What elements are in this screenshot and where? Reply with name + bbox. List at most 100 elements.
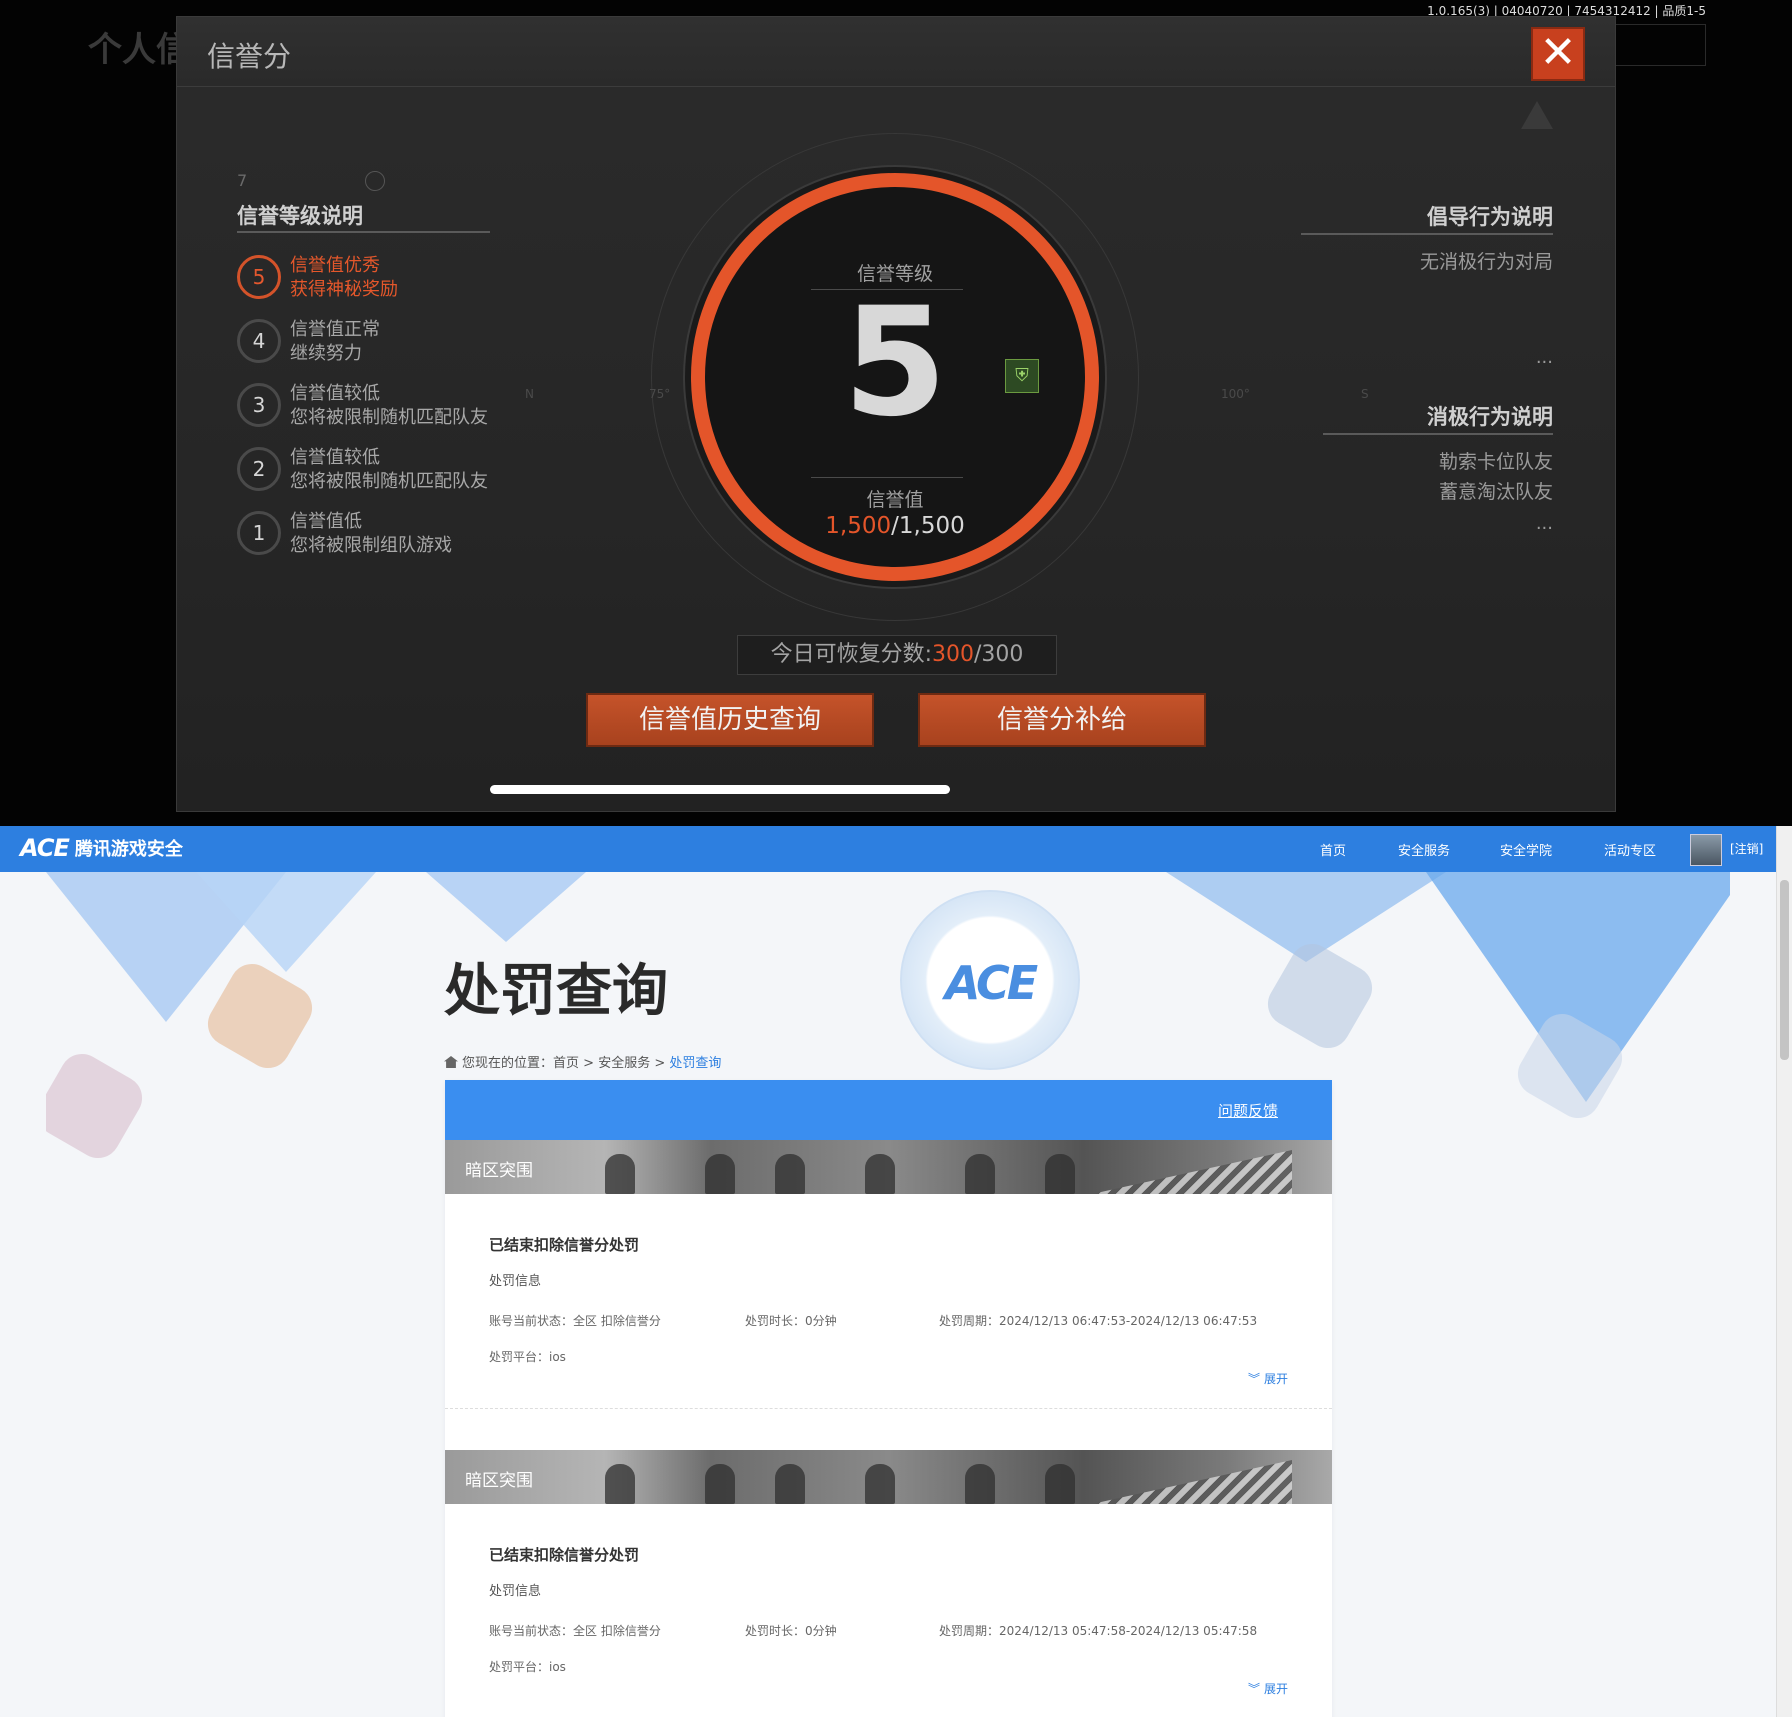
compass-mark: N [525, 387, 534, 401]
double-chevron-down-icon: ︾ [1247, 1372, 1260, 1386]
compass-mark: S [1361, 387, 1369, 401]
negative-item: 蓄意淘汰队友 [1438, 481, 1553, 503]
divider [1323, 433, 1553, 435]
banner-figure [965, 1154, 995, 1194]
level-desc: 信誉值较低 [290, 447, 380, 468]
banner-figure [965, 1464, 995, 1504]
banner-figure [705, 1464, 735, 1504]
game-banner: 暗区突围 [445, 1140, 1332, 1194]
score-supply-button[interactable]: 信誉分补给 [918, 693, 1206, 747]
compass-mark: 100° [1221, 387, 1250, 401]
character-portrait-icon [46, 1045, 151, 1167]
level-effect: 继续努力 [290, 343, 362, 364]
penalty-status: 已结束扣除信誉分处罚 [489, 1546, 640, 1564]
banner-figure [865, 1154, 895, 1194]
recover-prefix: 今日可恢复分数: [770, 642, 932, 667]
history-query-button[interactable]: 信誉值历史查询 [586, 693, 874, 747]
penalty-card: 问题反馈 暗区突围 已结束扣除信誉分处罚 处罚信息 账号当前状态：全区 扣除信誉分 处罚… [445, 1080, 1332, 1717]
close-button[interactable]: ✕ [1531, 27, 1585, 81]
rank-badge-icon: ⛨ [1005, 359, 1039, 393]
recover-max: /300 [974, 642, 1024, 667]
feedback-link[interactable]: 问题反馈 [1218, 1100, 1278, 1121]
account-state: 账号当前状态：全区 扣除信誉分 [489, 1314, 661, 1328]
penalty-status: 已结束扣除信誉分处罚 [489, 1236, 640, 1254]
compass-mark: 75° [649, 387, 671, 401]
level-item-1: 1 信誉值低 您将被限制组队游戏 [237, 505, 537, 561]
warning-icon [1521, 101, 1553, 129]
negative-section-title: 消极行为说明 [1427, 405, 1553, 429]
page-title: 处罚查询 [444, 959, 668, 1024]
ace-emblem: ACE [900, 890, 1080, 1070]
negative-item: 勒索卡位队友 [1438, 451, 1553, 473]
game-banner: 暗区突围 [445, 1450, 1332, 1504]
site-logo[interactable]: ACE 腾讯游戏安全 [20, 834, 183, 864]
level-desc: 信誉值低 [290, 511, 362, 532]
logout-link[interactable]: [注销] [1730, 840, 1763, 857]
expand-button[interactable]: ︾ 展开 [1248, 1370, 1288, 1387]
banner-figure [705, 1154, 735, 1194]
modal-header: 信誉分 ✕ [177, 17, 1615, 87]
penalty-info-label: 处罚信息 [489, 1274, 542, 1289]
penalty-info-label: 处罚信息 [489, 1584, 542, 1599]
card-header: 问题反馈 [445, 1080, 1332, 1140]
nav-link-security-service[interactable]: 安全服务 [1398, 840, 1450, 859]
credit-ring: 信誉等级 5 信誉值 1,500/1,500 ⛨ [651, 133, 1139, 621]
banner-figure [775, 1154, 805, 1194]
expand-button[interactable]: ︾ 展开 [1248, 1680, 1288, 1697]
level-badge: 2 [237, 447, 281, 491]
nav-link-home[interactable]: 首页 [1320, 840, 1346, 859]
scrollbar-thumb[interactable] [1780, 880, 1789, 1060]
divider [1301, 233, 1553, 235]
vertical-scrollbar[interactable] [1776, 826, 1792, 1717]
avatar[interactable] [1690, 834, 1722, 866]
level-effect: 您将被限制随机匹配队友 [290, 407, 488, 428]
level-effect: 您将被限制组队游戏 [290, 535, 452, 556]
banner-stairs [1092, 1460, 1292, 1504]
nav-link-security-academy[interactable]: 安全学院 [1500, 840, 1552, 859]
game-screen: 1.0.165(3) | 04040720 | 7454312412 | 品质1… [0, 0, 1792, 826]
crosshair-icon [365, 171, 385, 191]
negative-more-button[interactable]: ... [1536, 513, 1553, 534]
penalty-duration: 处罚时长：0分钟 [745, 1314, 837, 1328]
modal-title: 信誉分 [207, 40, 292, 73]
penalty-platform: 处罚平台：ios [489, 1660, 566, 1674]
breadcrumb-prefix: 您现在的位置： [462, 1056, 554, 1071]
level-badge: 4 [237, 319, 281, 363]
penalty-platform: 处罚平台：ios [489, 1350, 566, 1364]
guide-more-button[interactable]: ... [1536, 347, 1553, 368]
divider [445, 1408, 1332, 1409]
breadcrumb-current: 处罚查询 [669, 1056, 722, 1071]
level-section-title: 信誉等级说明 [237, 204, 363, 228]
banner-stairs [1092, 1150, 1292, 1194]
ring-value-current: 1,500 [825, 513, 892, 539]
horizontal-scroll-indicator[interactable] [490, 785, 950, 794]
banner-figure [775, 1464, 805, 1504]
top-nav: ACE 腾讯游戏安全 首页 安全服务 安全学院 活动专区 [注销] [0, 826, 1776, 872]
banner-figure [1045, 1464, 1075, 1504]
ace-emblem-text: ACE [944, 956, 1038, 1010]
level-desc: 信誉值较低 [290, 383, 380, 404]
level-item-2: 2 信誉值较低您将被限制随机匹配队友 [237, 441, 537, 497]
ring-value-label: 信誉值 [866, 489, 924, 511]
daily-recover-counter: 今日可恢复分数:300/300 [737, 635, 1057, 675]
breadcrumb-sep: > [579, 1056, 599, 1071]
banner-figure [1045, 1154, 1075, 1194]
level-desc: 信誉值正常 [290, 319, 380, 340]
decor-triangle [426, 872, 586, 942]
background-page-title: 个人信 [88, 30, 190, 70]
credit-score-modal: 信誉分 ✕ 7 信誉等级说明 5 信誉值优秀 获得神秘奖励 4 信誉值正常 继续努力 3 信誉… [176, 16, 1616, 812]
banner-figure [865, 1464, 895, 1504]
nav-link-events[interactable]: 活动专区 [1604, 840, 1656, 859]
level-desc: 信誉值优秀 [290, 255, 380, 276]
account-state: 账号当前状态：全区 扣除信誉分 [489, 1624, 661, 1638]
expand-label: 展开 [1263, 1372, 1288, 1386]
breadcrumb-home[interactable]: 首页 [553, 1056, 579, 1071]
web-page: ACE 腾讯游戏安全 首页 安全服务 安全学院 活动专区 [注销] ACE 处罚查… [0, 826, 1792, 1717]
ring-body: 信誉等级 5 信誉值 1,500/1,500 ⛨ [691, 173, 1099, 581]
level-effect: 您将被限制随机匹配队友 [290, 471, 488, 492]
brand-name: 腾讯游戏安全 [74, 839, 183, 860]
level-badge: 5 [237, 255, 281, 299]
breadcrumb-service[interactable]: 安全服务 [598, 1056, 650, 1071]
level-badge: 3 [237, 383, 281, 427]
level-item-3: 3 信誉值较低您将被限制随机匹配队友 [237, 377, 537, 433]
